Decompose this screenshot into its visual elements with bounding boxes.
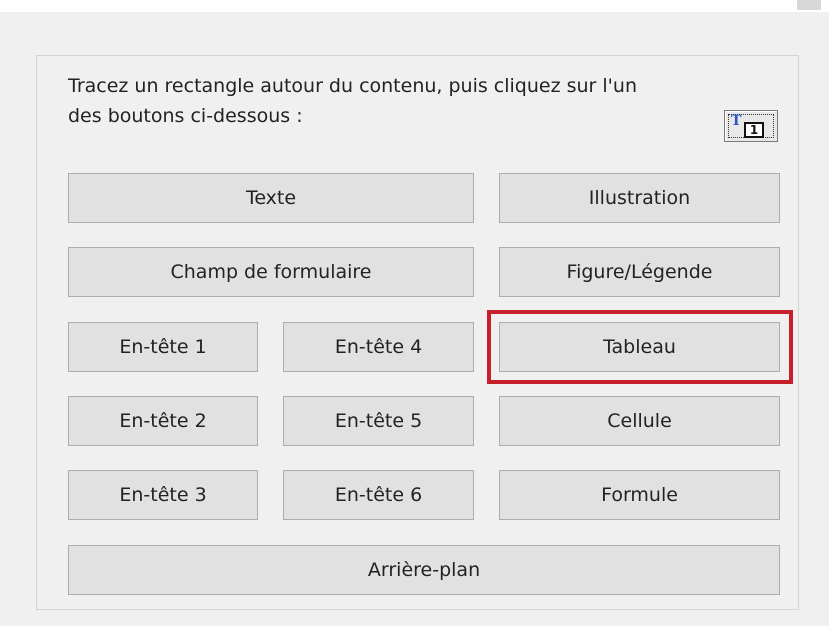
en-tete-3-button[interactable]: En-tête 3 <box>68 470 258 520</box>
text-t-glyph: T <box>731 113 742 129</box>
tableau-button[interactable]: Tableau <box>499 322 780 372</box>
texte-button[interactable]: Texte <box>68 173 474 223</box>
cellule-button[interactable]: Cellule <box>499 396 780 446</box>
figure-legende-button[interactable]: Figure/Légende <box>499 247 780 297</box>
en-tete-5-button[interactable]: En-tête 5 <box>283 396 474 446</box>
en-tete-2-button[interactable]: En-tête 2 <box>68 396 258 446</box>
formule-button[interactable]: Formule <box>499 470 780 520</box>
instructions-text: Tracez un rectangle autour du contenu, p… <box>68 75 637 127</box>
illustration-button[interactable]: Illustration <box>499 173 780 223</box>
arriere-plan-button[interactable]: Arrière-plan <box>68 545 780 595</box>
champ-de-formulaire-button[interactable]: Champ de formulaire <box>68 247 474 297</box>
en-tete-6-button[interactable]: En-tête 6 <box>283 470 474 520</box>
close-button[interactable] <box>797 0 821 10</box>
order-number-glyph: 1 <box>744 122 764 138</box>
title-bar <box>0 0 829 12</box>
text-region-icon: T 1 <box>724 110 778 142</box>
en-tete-4-button[interactable]: En-tête 4 <box>283 322 474 372</box>
en-tete-1-button[interactable]: En-tête 1 <box>68 322 258 372</box>
